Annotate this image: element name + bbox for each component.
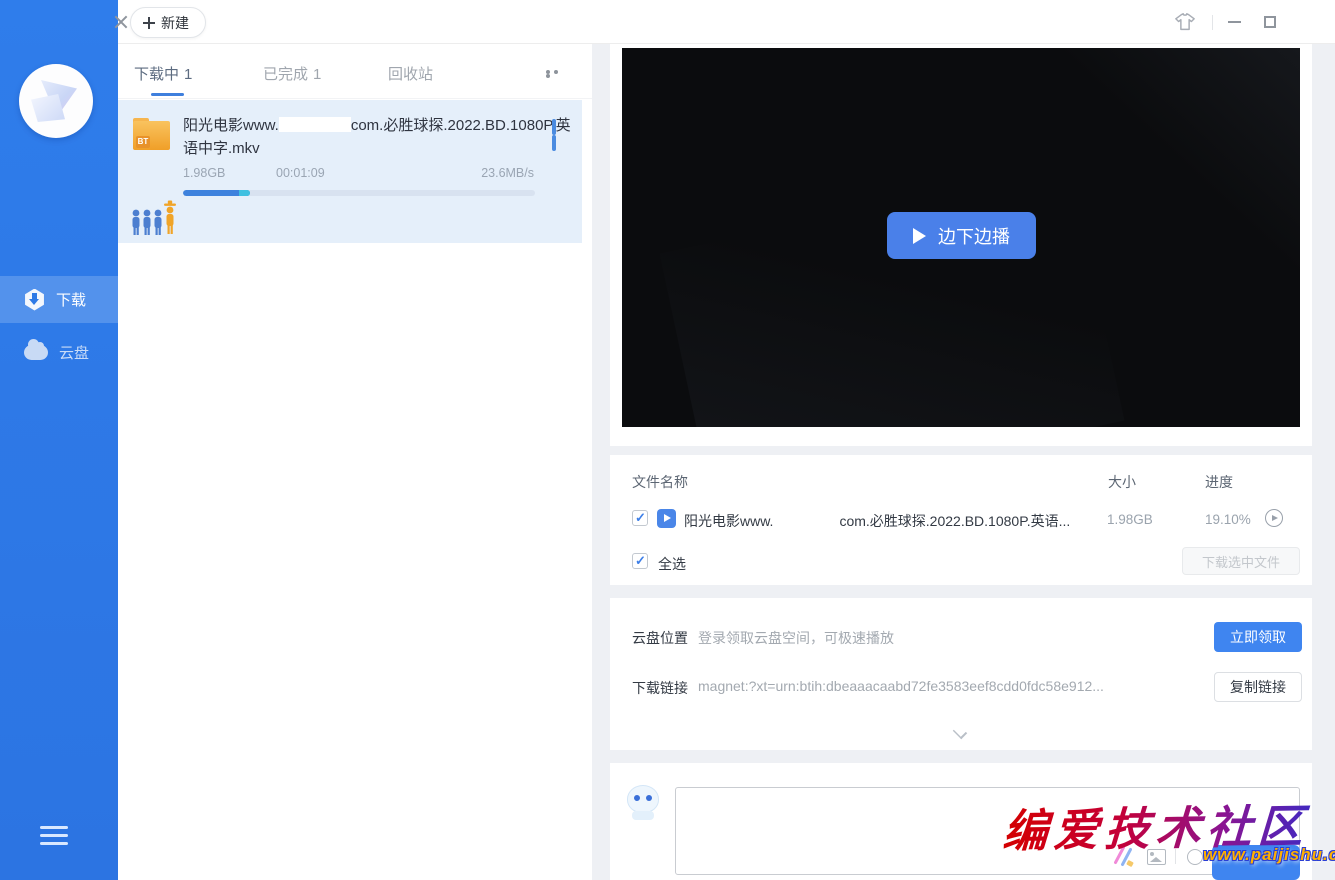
play-icon <box>913 228 926 244</box>
magnet-link-text: magnet:?xt=urn:btih:dbeaaacaabd72fe3583e… <box>698 678 1173 694</box>
tab-completed[interactable]: 已完成1 <box>263 63 321 84</box>
assistant-input[interactable] <box>675 787 1300 875</box>
player-card: 边下边播 <box>610 44 1312 446</box>
plus-icon <box>143 17 155 29</box>
file-row-name: 阳光电影www.com.必胜球探.2022.BD.1080P.英语... <box>684 511 1084 531</box>
assistant-card <box>610 763 1312 880</box>
task-speed: 23.6MB/s <box>481 166 534 180</box>
maximize-icon[interactable] <box>1255 0 1285 44</box>
tab-count: 1 <box>313 66 321 83</box>
tab-count: 1 <box>184 66 192 83</box>
task-progress-bar <box>183 190 535 196</box>
column-header-size: 大小 <box>1108 472 1136 492</box>
censored-text <box>279 117 351 132</box>
robot-avatar <box>624 781 662 821</box>
claim-now-button[interactable]: 立即领取 <box>1214 622 1302 652</box>
file-play-icon[interactable] <box>1265 509 1283 527</box>
cloud-icon <box>24 345 48 360</box>
bt-folder-icon: BT <box>133 118 170 150</box>
file-row-progress: 19.10% <box>1205 512 1251 527</box>
task-filename: 阳光电影www.com.必胜球探.2022.BD.1080P.英语中字.mkv <box>183 114 581 160</box>
send-button[interactable] <box>1212 845 1300 880</box>
divider <box>1175 849 1176 864</box>
video-file-icon <box>657 509 676 528</box>
more-menu-icon[interactable] <box>546 70 568 76</box>
hamburger-icon[interactable] <box>40 826 68 850</box>
sidebar-item-label: 云盘 <box>59 342 89 363</box>
peers-icon <box>131 200 179 238</box>
cloud-link-card: 云盘位置 登录领取云盘空间，可极速播放 立即领取 下载链接 magnet:?xt… <box>610 598 1312 750</box>
app-logo[interactable] <box>19 64 93 138</box>
sidebar-item-label: 下载 <box>56 289 86 310</box>
column-header-name: 文件名称 <box>632 472 688 492</box>
select-all-label: 全选 <box>658 554 686 574</box>
new-task-label: 新建 <box>161 13 189 33</box>
sidebar: 下载 云盘 <box>0 0 118 880</box>
video-player[interactable]: 边下边播 <box>622 48 1300 427</box>
tab-bar: 下载中1 已完成1 回收站 <box>118 44 592 99</box>
topbar: 新建 <box>118 0 1335 44</box>
close-icon[interactable] <box>106 0 136 44</box>
video-sheen <box>660 166 1125 427</box>
sidebar-item-download[interactable]: 下载 <box>0 276 118 323</box>
cloud-location-hint: 登录领取云盘空间，可极速播放 <box>698 628 894 648</box>
tab-recycle-bin[interactable]: 回收站 <box>388 63 433 84</box>
emoji-icon[interactable] <box>1187 849 1203 865</box>
active-tab-underline <box>151 93 184 96</box>
file-list-card: 文件名称 大小 进度 阳光电影www.com.必胜球探.2022.BD.1080… <box>610 455 1312 585</box>
detail-panel: 边下边播 文件名称 大小 进度 阳光电影www.com.必胜球探.2022.BD… <box>592 44 1335 880</box>
file-row-checkbox[interactable] <box>632 510 648 526</box>
copy-link-button[interactable]: 复制链接 <box>1214 672 1302 702</box>
task-size: 1.98GB <box>183 166 225 180</box>
download-link-label: 下载链接 <box>632 678 688 698</box>
minimize-icon[interactable] <box>1219 0 1249 44</box>
download-task-item[interactable]: BT 阳光电影www.com.必胜球探.2022.BD.1080P.英语中字.m… <box>118 100 582 243</box>
play-while-downloading-button[interactable]: 边下边播 <box>887 212 1036 259</box>
new-task-button[interactable]: 新建 <box>130 7 206 38</box>
download-selected-button[interactable]: 下载选中文件 <box>1182 547 1300 575</box>
pen-icon[interactable] <box>1115 845 1137 867</box>
task-time-left: 00:01:09 <box>276 166 325 180</box>
task-progress-fill <box>183 190 250 196</box>
censored-text <box>773 514 839 526</box>
sidebar-item-cloud[interactable]: 云盘 <box>0 329 118 376</box>
image-icon[interactable] <box>1147 849 1166 865</box>
select-all-checkbox[interactable] <box>632 553 648 569</box>
download-list-panel: 下载中1 已完成1 回收站 BT 阳光电影www.com.必胜球探.2022.B… <box>118 44 592 880</box>
divider <box>1212 15 1213 30</box>
pause-icon[interactable] <box>552 119 566 135</box>
file-row-size: 1.98GB <box>1107 512 1153 527</box>
column-header-progress: 进度 <box>1205 472 1233 492</box>
tab-downloading[interactable]: 下载中1 <box>134 63 192 84</box>
chevron-down-icon[interactable] <box>954 724 968 738</box>
cloud-location-label: 云盘位置 <box>632 628 688 648</box>
download-shield-icon <box>24 289 45 311</box>
theme-shirt-icon[interactable] <box>1170 0 1200 44</box>
